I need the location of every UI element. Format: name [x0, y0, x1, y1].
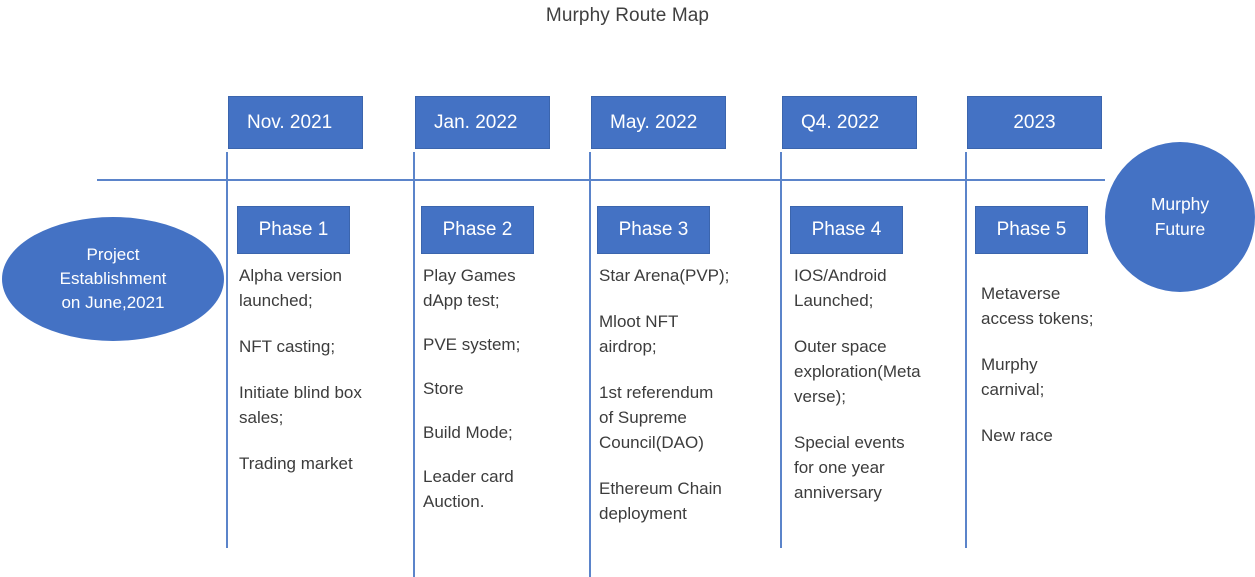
list-item: Trading market: [239, 453, 353, 473]
milestone-items-3: Star Arena(PVP); Mloot NFT airdrop; 1st …: [599, 264, 775, 527]
end-node-murphy-future[interactable]: Murphy Future: [1105, 142, 1255, 292]
tick-line-4: [780, 152, 782, 548]
date-box-4[interactable]: Q4. 2022: [782, 96, 917, 149]
list-item: 1st referendum of Supreme Council(DAO): [599, 382, 714, 452]
roadmap-canvas: Murphy Route Map Project Establishment o…: [0, 0, 1255, 577]
list-item: New race: [981, 425, 1053, 445]
milestone-items-1: Alpha version launched; NFT casting; Ini…: [239, 264, 411, 477]
phase-box-5[interactable]: Phase 5: [975, 206, 1088, 254]
timeline-axis: [97, 179, 1105, 181]
list-item: Build Mode;: [423, 422, 513, 442]
list-item: Store: [423, 378, 464, 398]
date-box-2[interactable]: Jan. 2022: [415, 96, 550, 149]
phase-box-1[interactable]: Phase 1: [237, 206, 350, 254]
list-item: Special events for one year anniversary: [794, 432, 905, 502]
milestone-items-2: Play Games dApp test; PVE system; Store …: [423, 264, 583, 534]
milestone-items-4: IOS/Android Launched; Outer space explor…: [794, 264, 964, 506]
list-item: Murphy carnival;: [981, 354, 1045, 399]
start-node-project-establishment[interactable]: Project Establishment on June,2021: [2, 217, 224, 341]
tick-line-2: [413, 152, 415, 577]
date-box-5[interactable]: 2023: [967, 96, 1102, 149]
phase-box-3[interactable]: Phase 3: [597, 206, 710, 254]
phase-box-4[interactable]: Phase 4: [790, 206, 903, 254]
tick-line-3: [589, 152, 591, 577]
list-item: Alpha version launched;: [239, 266, 343, 310]
date-box-1[interactable]: Nov. 2021: [228, 96, 363, 149]
list-item: Play Games dApp test;: [423, 266, 516, 310]
page-title: Murphy Route Map: [545, 5, 710, 26]
list-item: IOS/Android Launched;: [794, 266, 887, 310]
list-item: Star Arena(PVP);: [599, 266, 730, 285]
tick-line-5: [965, 152, 967, 548]
list-item: Outer space exploration(Meta verse);: [794, 336, 921, 406]
list-item: Leader card Auction.: [423, 466, 514, 511]
list-item: Metaverse access tokens;: [981, 284, 1094, 328]
list-item: Mloot NFT airdrop;: [599, 311, 679, 356]
date-box-3[interactable]: May. 2022: [591, 96, 726, 149]
list-item: Initiate blind box sales;: [239, 382, 362, 427]
list-item: PVE system;: [423, 334, 521, 354]
phase-box-2[interactable]: Phase 2: [421, 206, 534, 254]
list-item: Ethereum Chain deployment: [599, 478, 722, 523]
milestone-items-5: Metaverse access tokens; Murphy carnival…: [981, 282, 1161, 449]
tick-line-1: [226, 152, 228, 548]
list-item: NFT casting;: [239, 336, 336, 356]
